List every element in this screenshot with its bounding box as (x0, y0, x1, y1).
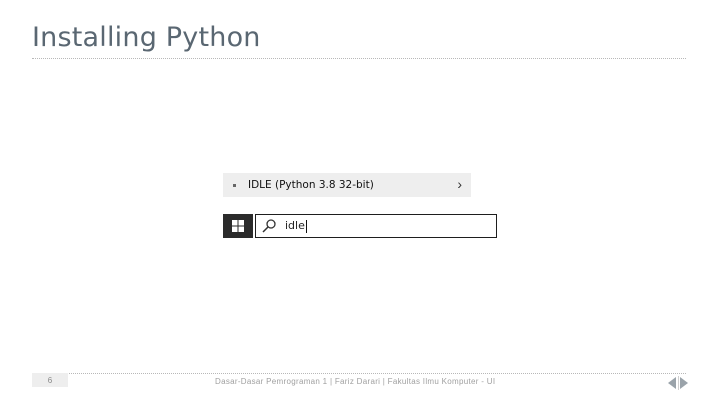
search-icon (262, 219, 276, 233)
next-slide-icon[interactable] (680, 377, 688, 389)
page-number: 6 (32, 373, 68, 387)
search-result-label: IDLE (Python 3.8 32-bit) (248, 179, 374, 191)
slide-title: Installing Python (32, 22, 261, 53)
title-divider (32, 58, 686, 59)
result-bullet (233, 183, 236, 187)
nav-separator (678, 376, 679, 390)
search-box[interactable]: idle (255, 214, 497, 238)
previous-slide-icon[interactable] (668, 377, 676, 389)
search-input[interactable]: idle (285, 219, 307, 233)
footer-text: Dasar-Dasar Pemrograman 1 | Fariz Darari… (215, 377, 496, 386)
search-input-value: idle (285, 219, 305, 233)
windows-logo-icon (232, 220, 244, 232)
search-result-idle[interactable]: IDLE (Python 3.8 32-bit) › (223, 173, 471, 197)
text-caret (305, 219, 307, 233)
chevron-right-icon[interactable]: › (457, 176, 462, 192)
footer-divider (32, 373, 686, 374)
windows-start-button[interactable] (223, 214, 253, 238)
